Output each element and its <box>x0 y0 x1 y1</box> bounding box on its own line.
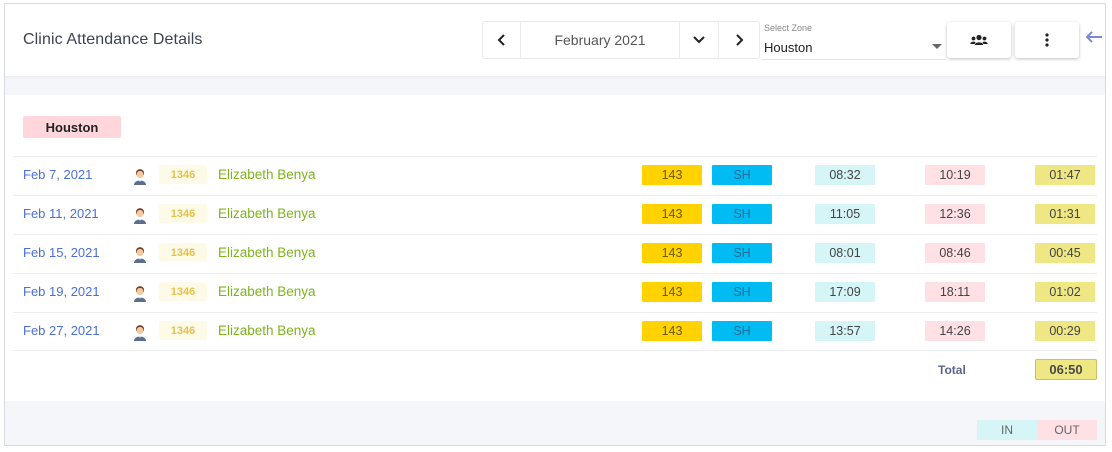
duration: 00:45 <box>1035 243 1095 263</box>
arrow-left-icon <box>1085 31 1102 43</box>
shift-badge: SH <box>712 243 772 263</box>
time-out: 08:46 <box>925 243 985 263</box>
total-label: Total <box>938 363 966 377</box>
employee-name[interactable]: Elizabeth Benya <box>218 167 316 182</box>
employee-id: 1346 <box>159 204 207 223</box>
shift-badge: SH <box>712 321 772 341</box>
code-badge: 143 <box>642 282 702 302</box>
employee-name[interactable]: Elizabeth Benya <box>218 323 316 338</box>
table-row[interactable]: Feb 11, 2021 1346 Elizabeth Benya 143 SH… <box>13 195 1097 234</box>
users-icon <box>970 34 988 45</box>
duration: 01:02 <box>1035 282 1095 302</box>
code-badge: 143 <box>642 165 702 185</box>
duration: 01:31 <box>1035 204 1095 224</box>
current-month: February 2021 <box>554 32 646 48</box>
chevron-right-icon <box>736 34 744 46</box>
employee-id: 1346 <box>159 243 207 262</box>
more-options-button[interactable] <box>1015 22 1079 58</box>
total-duration: 06:50 <box>1035 359 1097 380</box>
code-badge: 143 <box>642 321 702 341</box>
page-title: Clinic Attendance Details <box>23 31 203 48</box>
time-out: 12:36 <box>925 204 985 224</box>
employee-name[interactable]: Elizabeth Benya <box>218 206 316 221</box>
attendance-table: Feb 7, 2021 1346 Elizabeth Benya 143 SH … <box>13 156 1097 351</box>
shift-badge: SH <box>712 282 772 302</box>
code-badge: 143 <box>642 204 702 224</box>
shift-badge: SH <box>712 165 772 185</box>
next-month-button[interactable] <box>719 22 759 58</box>
avatar-icon <box>134 286 146 302</box>
legend: IN OUT <box>977 420 1097 440</box>
header-bar: Clinic Attendance Details February 2021 … <box>5 4 1105 76</box>
chevron-left-icon <box>497 34 505 46</box>
zone-badge: Houston <box>23 116 121 138</box>
legend-out: OUT <box>1037 420 1097 440</box>
attendance-panel: Clinic Attendance Details February 2021 … <box>4 3 1106 446</box>
avatar-icon <box>134 247 146 263</box>
table-row[interactable]: Feb 27, 2021 1346 Elizabeth Benya 143 SH… <box>13 312 1097 351</box>
time-out: 18:11 <box>925 282 985 302</box>
legend-in: IN <box>977 420 1037 440</box>
table-row[interactable]: Feb 7, 2021 1346 Elizabeth Benya 143 SH … <box>13 156 1097 195</box>
employee-id: 1346 <box>159 165 207 184</box>
employee-name[interactable]: Elizabeth Benya <box>218 245 316 260</box>
attendance-date[interactable]: Feb 11, 2021 <box>23 206 99 221</box>
attendance-date[interactable]: Feb 15, 2021 <box>23 245 100 260</box>
zone-select-value: Houston <box>764 40 813 55</box>
more-vertical-icon <box>1045 33 1049 47</box>
employee-id: 1346 <box>159 282 207 301</box>
time-out: 14:26 <box>925 321 985 341</box>
users-button[interactable] <box>947 22 1011 58</box>
table-row[interactable]: Feb 15, 2021 1346 Elizabeth Benya 143 SH… <box>13 234 1097 273</box>
time-in: 13:57 <box>815 321 875 341</box>
attendance-card: Houston Feb 7, 2021 1346 Elizabeth Benya… <box>5 95 1105 401</box>
month-dropdown-button[interactable] <box>679 22 719 58</box>
avatar-icon <box>134 208 146 224</box>
avatar-icon <box>134 169 146 185</box>
shift-badge: SH <box>712 204 772 224</box>
avatar-icon <box>134 325 146 341</box>
zone-select[interactable]: Select Zone Houston <box>762 22 946 60</box>
chevron-down-icon <box>693 36 705 44</box>
code-badge: 143 <box>642 243 702 263</box>
time-in: 08:01 <box>815 243 875 263</box>
month-navigator: February 2021 <box>482 21 760 59</box>
time-in: 08:32 <box>815 165 875 185</box>
time-in: 11:05 <box>815 204 875 224</box>
duration: 01:47 <box>1035 165 1095 185</box>
table-row[interactable]: Feb 19, 2021 1346 Elizabeth Benya 143 SH… <box>13 273 1097 312</box>
employee-name[interactable]: Elizabeth Benya <box>218 284 316 299</box>
attendance-date[interactable]: Feb 19, 2021 <box>23 284 100 299</box>
back-button[interactable] <box>1085 28 1103 49</box>
caret-down-icon <box>932 44 942 49</box>
duration: 00:29 <box>1035 321 1095 341</box>
prev-month-button[interactable] <box>483 22 521 58</box>
time-out: 10:19 <box>925 165 985 185</box>
zone-select-label: Select Zone <box>764 23 813 33</box>
time-in: 17:09 <box>815 282 875 302</box>
attendance-date[interactable]: Feb 7, 2021 <box>23 167 92 182</box>
attendance-date[interactable]: Feb 27, 2021 <box>23 323 100 338</box>
employee-id: 1346 <box>159 321 207 340</box>
